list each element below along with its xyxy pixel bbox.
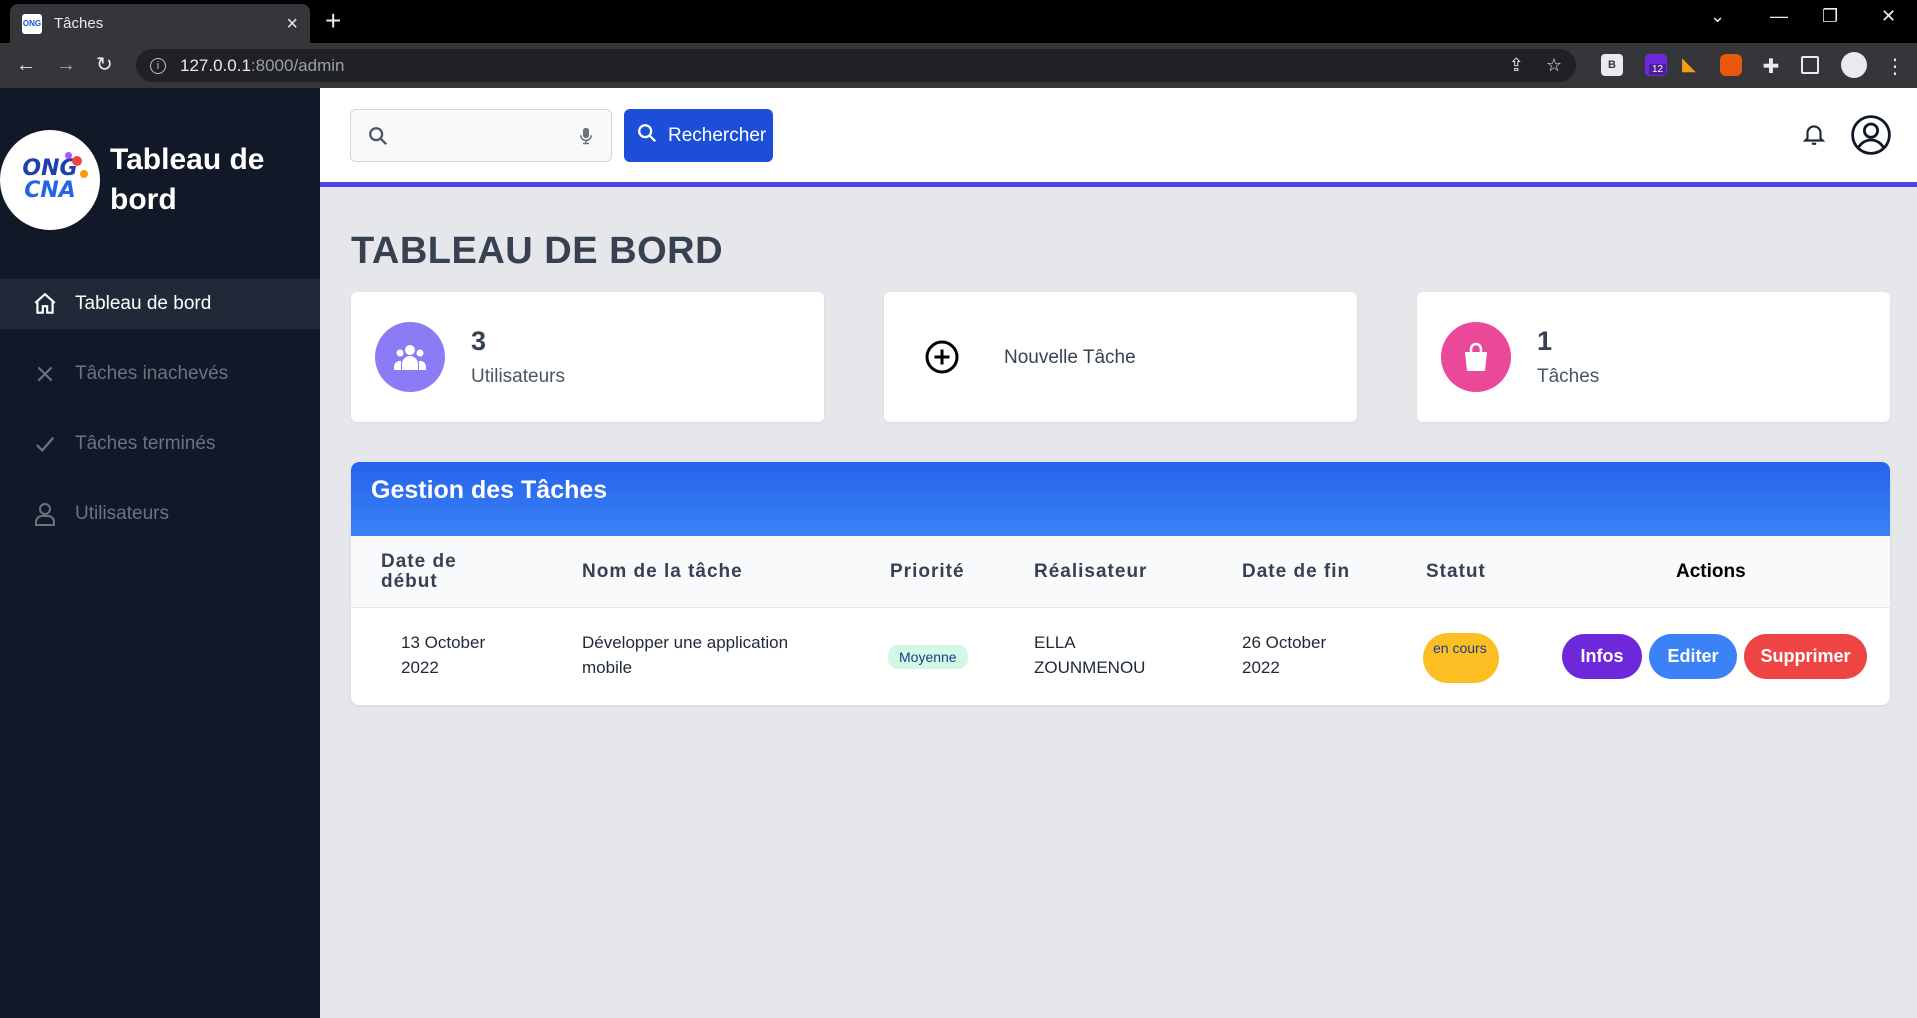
- site-info-icon[interactable]: i: [150, 57, 166, 74]
- profile-avatar[interactable]: [1841, 52, 1867, 78]
- home-icon: [30, 289, 60, 319]
- share-icon[interactable]: ⇪: [1509, 55, 1524, 76]
- browser-tab[interactable]: ONG Tâches ×: [10, 4, 310, 43]
- col-end-date: Date de fin: [1242, 561, 1351, 582]
- bell-icon[interactable]: [1801, 120, 1827, 153]
- tab-search-icon[interactable]: ⌄: [1710, 6, 1725, 27]
- status-badge: en cours: [1423, 633, 1499, 683]
- user-icon: [30, 499, 60, 529]
- extensions-puzzle-icon[interactable]: ✚: [1760, 54, 1782, 78]
- tasks-label: Tâches: [1537, 366, 1600, 387]
- close-icon: [30, 359, 60, 389]
- cell-assignee: ELLA ZOUNMENOU: [1034, 633, 1146, 677]
- search-icon: [367, 125, 389, 152]
- col-priority: Priorité: [890, 561, 965, 582]
- col-task-name: Nom de la tâche: [582, 561, 743, 582]
- microphone-icon[interactable]: [577, 125, 595, 152]
- url-field[interactable]: i 127.0.0.1:8000/admin ⇪ ☆: [136, 49, 1576, 82]
- cell-start-date: 13 October 2022: [401, 633, 486, 677]
- page-title: TABLEAU DE BORD: [351, 230, 724, 272]
- sidebar-item-label: Tâches terminés: [75, 433, 216, 454]
- ong-cna-logo: ONG CNA: [0, 130, 100, 230]
- metamask-icon[interactable]: [1720, 54, 1742, 76]
- sidebar-item-users[interactable]: Utilisateurs: [0, 489, 320, 539]
- logo-text-2: CNA: [24, 178, 76, 203]
- url-path: :8000/admin: [250, 55, 345, 75]
- sidebar-item-label: Tâches inachevés: [75, 363, 229, 384]
- close-tab-icon[interactable]: ×: [286, 14, 298, 34]
- sidebar-brand-title: Tableau de bord: [110, 143, 265, 216]
- reload-icon[interactable]: ↻: [96, 53, 113, 77]
- users-label: Utilisateurs: [471, 366, 565, 387]
- cell-task-name: Développer une application mobile: [582, 633, 789, 677]
- delete-button[interactable]: Supprimer: [1744, 634, 1867, 679]
- side-panel-icon[interactable]: [1801, 56, 1819, 74]
- tasks-count: 1: [1537, 326, 1553, 356]
- extension-b-icon[interactable]: B: [1601, 54, 1623, 76]
- address-bar: ← → ↻ i 127.0.0.1:8000/admin ⇪ ☆ B 12 ◣ …: [0, 43, 1917, 88]
- window-close-icon[interactable]: ✕: [1881, 6, 1896, 27]
- extension-purple-icon[interactable]: 12: [1645, 54, 1667, 76]
- restore-icon[interactable]: ❐: [1822, 6, 1838, 27]
- minimize-icon[interactable]: —: [1770, 6, 1788, 27]
- browser-tab-bar: ONG Tâches × + ⌄ — ❐ ✕: [0, 0, 1917, 43]
- extension-badge: 12: [1649, 64, 1667, 75]
- edit-button[interactable]: Editer: [1649, 634, 1737, 679]
- tasks-table-header: Gestion des Tâches: [351, 462, 1890, 536]
- sidebar-item-label: Tableau de bord: [75, 293, 212, 314]
- col-assignee: Réalisateur: [1034, 561, 1148, 582]
- logo-text-1: ONG: [22, 156, 78, 181]
- search-input[interactable]: [350, 109, 612, 162]
- infos-button[interactable]: Infos: [1562, 634, 1642, 679]
- new-tab-icon[interactable]: +: [325, 7, 341, 35]
- shopping-bag-icon: [1441, 322, 1511, 392]
- col-status: Statut: [1426, 561, 1486, 582]
- users-count: 3: [471, 326, 487, 356]
- user-account-icon[interactable]: [1850, 114, 1892, 161]
- sidebar-item-unfinished-tasks[interactable]: Tâches inachevés: [0, 349, 320, 399]
- search-button[interactable]: Rechercher: [624, 109, 773, 162]
- new-task-label: Nouvelle Tâche: [1004, 347, 1136, 368]
- users-group-icon: [375, 322, 445, 392]
- priority-badge: Moyenne: [888, 645, 968, 669]
- cell-end-date: 26 October 2022: [1242, 633, 1327, 677]
- bookmark-star-icon[interactable]: ☆: [1546, 55, 1562, 76]
- menu-kebab-icon[interactable]: ⋮: [1885, 54, 1907, 78]
- tasks-stat-card[interactable]: 1 Tâches: [1417, 292, 1890, 422]
- search-icon: [636, 122, 658, 150]
- tasks-table-panel: Gestion des Tâches Date de début Nom de …: [351, 462, 1890, 705]
- back-icon[interactable]: ←: [16, 53, 36, 77]
- extension-fox-icon[interactable]: ◣: [1682, 54, 1704, 76]
- sidebar: ONG CNA Tableau de bord Tableau de bord …: [0, 88, 320, 1018]
- tab-favicon-icon: ONG: [22, 13, 42, 34]
- url-host: 127.0.0.1: [180, 55, 251, 75]
- sidebar-item-dashboard[interactable]: Tableau de bord: [0, 279, 320, 329]
- top-header: Rechercher: [320, 88, 1917, 187]
- check-icon: [30, 429, 60, 459]
- col-start-date: Date de début: [381, 551, 457, 592]
- forward-icon[interactable]: →: [56, 53, 76, 77]
- table-header-row: Date de début Nom de la tâche Priorité R…: [351, 536, 1890, 608]
- sidebar-item-label: Utilisateurs: [75, 503, 169, 524]
- col-actions: Actions: [1676, 561, 1746, 582]
- tab-title: Tâches: [54, 15, 104, 32]
- sidebar-item-finished-tasks[interactable]: Tâches terminés: [0, 419, 320, 469]
- users-stat-card[interactable]: 3 Utilisateurs: [351, 292, 824, 422]
- new-task-card[interactable]: Nouvelle Tâche: [884, 292, 1357, 422]
- search-button-label: Rechercher: [668, 124, 767, 146]
- add-circle-icon: [924, 339, 960, 380]
- tasks-table-title: Gestion des Tâches: [371, 476, 608, 504]
- sidebar-menu: Tableau de bord Tâches inachevés Tâches …: [0, 279, 320, 559]
